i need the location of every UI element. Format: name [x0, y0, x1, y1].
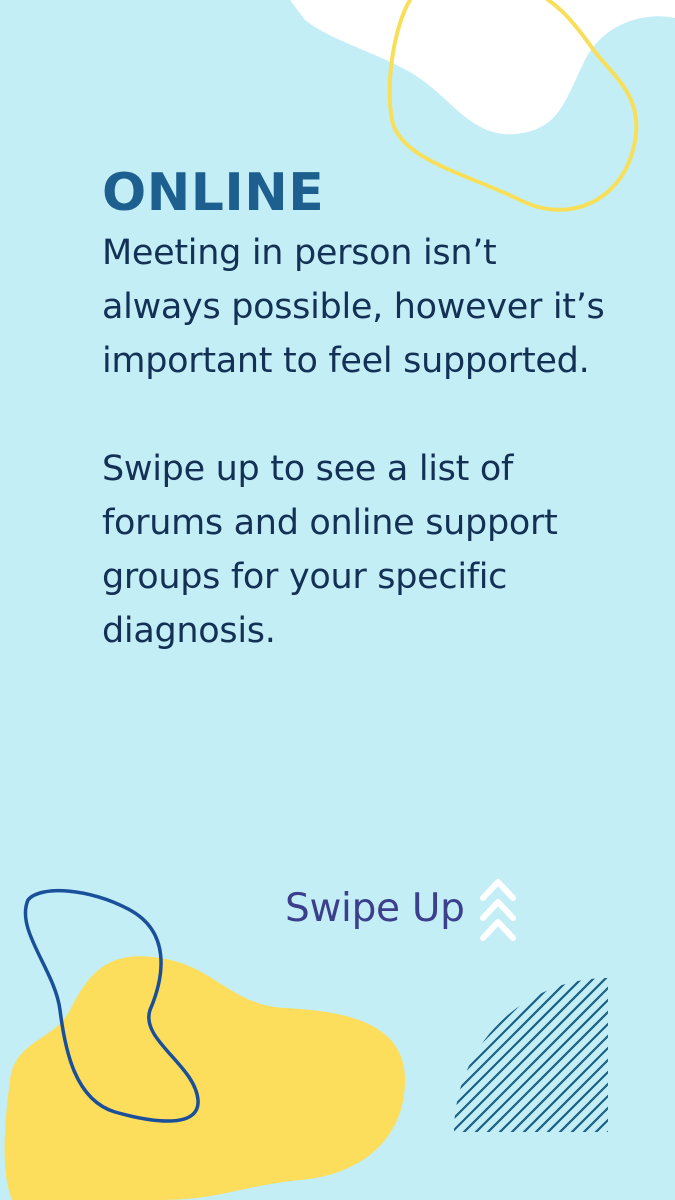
swipe-up-button[interactable]: Swipe Up [285, 874, 517, 944]
page-title: ONLINE [102, 163, 325, 223]
instruction-paragraph: Swipe up to see a list of forums and onl… [102, 449, 558, 651]
swipe-up-label: Swipe Up [285, 886, 465, 931]
intro-paragraph: Meeting in person isn’t always possible,… [102, 233, 605, 381]
white-blob [290, 0, 675, 135]
yellow-blob [4, 956, 405, 1200]
story-content: ONLINE Meeting in person isn’t always po… [102, 160, 622, 658]
double-chevron-up-icon [479, 879, 516, 941]
